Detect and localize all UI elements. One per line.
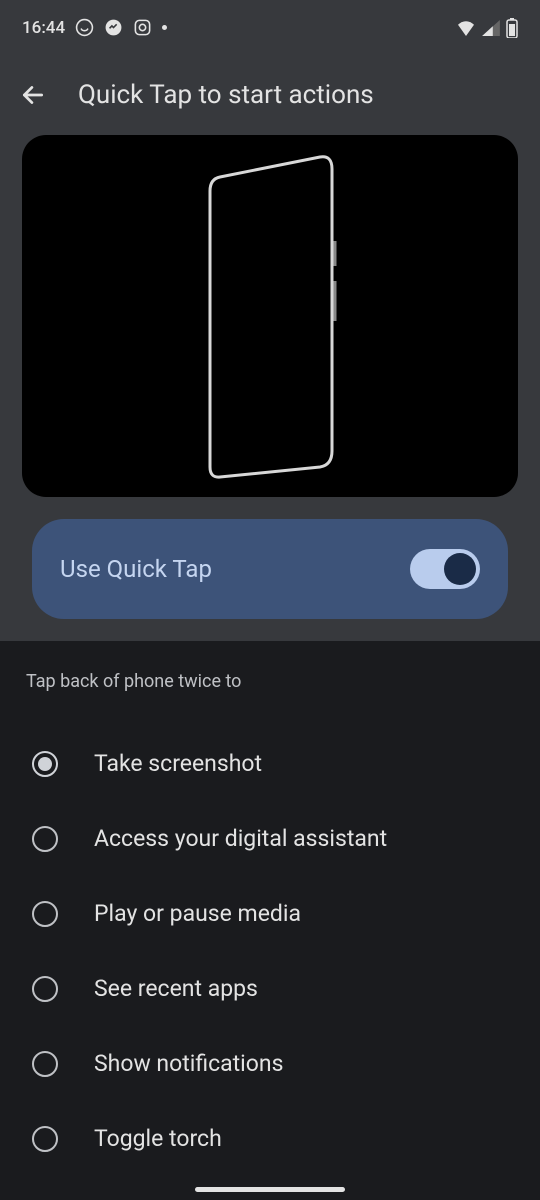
radio-item-0[interactable]: Take screenshot <box>26 726 514 801</box>
radio-label: See recent apps <box>94 975 258 1002</box>
radio-button[interactable] <box>32 1126 58 1152</box>
radio-label: Access your digital assistant <box>94 825 387 852</box>
preview-section <box>0 135 540 497</box>
options-content: Tap back of phone twice to Take screensh… <box>0 641 540 1176</box>
page-title: Quick Tap to start actions <box>78 80 374 110</box>
whatsapp-icon <box>75 18 94 37</box>
radio-item-2[interactable]: Play or pause media <box>26 876 514 951</box>
instagram-icon <box>133 18 152 37</box>
status-bar: 16:44 <box>0 0 540 55</box>
notification-dot <box>162 25 167 30</box>
status-left: 16:44 <box>22 18 167 38</box>
navigation-bar[interactable] <box>195 1187 345 1192</box>
toggle-switch[interactable] <box>410 549 480 589</box>
radio-button[interactable] <box>32 751 58 777</box>
messenger-icon <box>104 18 123 37</box>
radio-list: Take screenshot Access your digital assis… <box>26 726 514 1176</box>
radio-button[interactable] <box>32 901 58 927</box>
radio-item-5[interactable]: Toggle torch <box>26 1101 514 1176</box>
radio-inner <box>38 757 52 771</box>
phone-preview <box>22 135 518 497</box>
status-right <box>456 18 518 38</box>
battery-icon <box>506 18 518 38</box>
radio-label: Toggle torch <box>94 1125 222 1152</box>
radio-label: Play or pause media <box>94 900 301 927</box>
switch-thumb <box>444 553 476 585</box>
phone-illustration <box>190 151 350 481</box>
app-header: Quick Tap to start actions <box>0 55 540 135</box>
radio-label: Show notifications <box>94 1050 283 1077</box>
radio-item-1[interactable]: Access your digital assistant <box>26 801 514 876</box>
radio-button[interactable] <box>32 826 58 852</box>
toggle-section: Use Quick Tap <box>0 497 540 641</box>
radio-label: Take screenshot <box>94 750 262 777</box>
back-button[interactable] <box>20 82 46 108</box>
status-time: 16:44 <box>22 18 65 38</box>
wifi-icon <box>456 20 476 36</box>
signal-icon <box>482 20 500 36</box>
radio-item-3[interactable]: See recent apps <box>26 951 514 1026</box>
radio-button[interactable] <box>32 1051 58 1077</box>
toggle-label: Use Quick Tap <box>60 555 212 583</box>
section-label: Tap back of phone twice to <box>26 671 514 692</box>
radio-button[interactable] <box>32 976 58 1002</box>
radio-item-4[interactable]: Show notifications <box>26 1026 514 1101</box>
quick-tap-toggle-card[interactable]: Use Quick Tap <box>32 519 508 619</box>
